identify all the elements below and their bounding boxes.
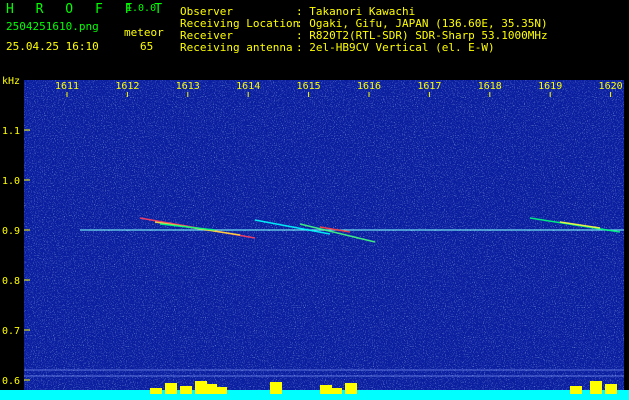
app-version: 1.0.0: [126, 3, 157, 14]
x-tick-label: 1615: [297, 81, 321, 92]
activity-spike: [590, 381, 602, 394]
x-tick-label: 1618: [478, 81, 502, 92]
datetime: 25.04.25 16:10: [6, 40, 99, 53]
y-tick-label: 0.7: [2, 326, 20, 337]
antenna-value: : 2el-HB9CV Vertical (el. E-W): [296, 41, 495, 54]
filename: 2504251610.png: [6, 20, 99, 33]
activity-spike: [150, 388, 162, 394]
spectrogram-svg: 1.1 1.0 0.9 0.8 0.7 0.6 1611 1612 1613 1614 1615 16…: [0, 76, 629, 400]
header-panel: H R O F F T 1.0.0 2504251610.png meteor …: [0, 0, 629, 72]
x-tick-label: 1617: [417, 81, 441, 92]
x-tick-label: 1616: [357, 81, 381, 92]
x-tick-label: 1620: [599, 81, 623, 92]
y-axis-unit: kHz: [2, 76, 20, 87]
y-tick-label: 1.0: [2, 176, 20, 187]
x-tick-label: 1614: [236, 81, 260, 92]
activity-spike: [180, 386, 192, 394]
spectrogram-noise: [24, 80, 624, 400]
activity-spike: [215, 387, 227, 394]
x-tick-label: 1611: [55, 81, 79, 92]
x-tick-label: 1619: [538, 81, 562, 92]
y-tick-label: 0.8: [2, 276, 20, 287]
antenna-label: Receiving antenna: [180, 41, 293, 54]
y-tick-label: 0.6: [2, 376, 20, 387]
y-tick-label: 1.1: [2, 126, 20, 137]
activity-spike: [345, 383, 357, 394]
noise-floor-bar: [0, 390, 629, 400]
y-tick-label: 0.9: [2, 226, 20, 237]
activity-spike: [330, 388, 342, 394]
x-tick-label: 1612: [115, 81, 139, 92]
meteor-label: meteor: [124, 26, 164, 39]
spectrogram-panel: 1.1 1.0 0.9 0.8 0.7 0.6 1611 1612 1613 1614 1615 16…: [0, 72, 629, 400]
meteor-count: 65: [140, 40, 154, 53]
activity-spike: [165, 383, 177, 394]
activity-spike: [570, 386, 582, 394]
activity-spike: [605, 384, 617, 394]
x-tick-label: 1613: [176, 81, 200, 92]
activity-spike: [270, 382, 282, 394]
